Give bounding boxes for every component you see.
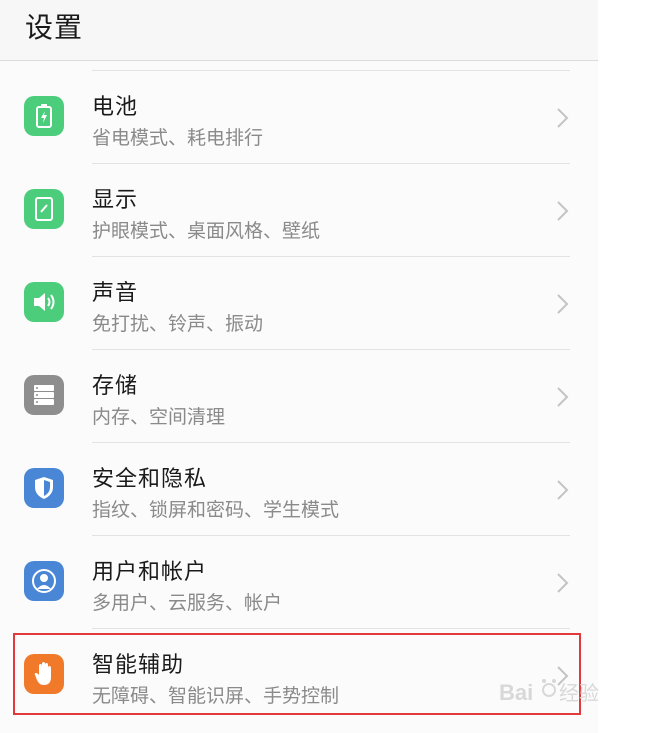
chevron-right-icon <box>557 387 569 407</box>
settings-item-storage[interactable]: 存储 内存、空间清理 <box>0 349 598 442</box>
storage-icon <box>24 375 64 415</box>
header-bar: 设置 <box>0 0 598 61</box>
sound-icon <box>24 282 64 322</box>
settings-item-label: 电池 <box>92 95 139 120</box>
settings-item-label: 用户和帐户 <box>92 560 208 585</box>
chevron-right-icon <box>557 480 569 500</box>
settings-item-label: 显示 <box>92 188 139 213</box>
settings-item-subtitle: 护眼模式、桌面风格、壁纸 <box>92 220 321 242</box>
chevron-right-icon <box>557 294 569 314</box>
shield-icon <box>24 468 64 508</box>
settings-item-display[interactable]: 显示 护眼模式、桌面风格、壁纸 <box>0 163 598 256</box>
divider <box>92 442 570 443</box>
chevron-right-icon <box>557 201 569 221</box>
svg-text:经验: 经验 <box>559 681 599 705</box>
settings-item-subtitle: 免打扰、铃声、振动 <box>92 313 264 335</box>
display-icon <box>24 189 64 229</box>
settings-item-battery[interactable]: 电池 省电模式、耗电排行 <box>0 70 598 163</box>
settings-item-users[interactable]: 用户和帐户 多用户、云服务、帐户 <box>0 535 598 628</box>
settings-item-label: 安全和隐私 <box>92 467 208 492</box>
battery-icon <box>24 96 64 136</box>
divider <box>92 628 570 629</box>
svg-text:Bai: Bai <box>499 680 533 705</box>
divider <box>92 535 570 536</box>
divider <box>92 349 570 350</box>
settings-item-label: 声音 <box>92 281 139 306</box>
settings-item-subtitle: 无障碍、智能识屏、手势控制 <box>92 685 340 707</box>
page-title: 设置 <box>25 11 84 44</box>
hand-icon <box>24 654 64 694</box>
user-icon <box>24 561 64 601</box>
settings-item-subtitle: 指纹、锁屏和密码、学生模式 <box>92 499 340 521</box>
settings-item-label: 存储 <box>92 374 139 399</box>
chevron-right-icon <box>557 573 569 593</box>
divider <box>92 256 570 257</box>
settings-item-subtitle: 省电模式、耗电排行 <box>92 127 264 149</box>
watermark-logo: Bai 经验 <box>499 679 599 705</box>
settings-item-sound[interactable]: 声音 免打扰、铃声、振动 <box>0 256 598 349</box>
settings-item-security[interactable]: 安全和隐私 指纹、锁屏和密码、学生模式 <box>0 442 598 535</box>
divider <box>92 70 570 71</box>
settings-item-subtitle: 多用户、云服务、帐户 <box>92 592 283 614</box>
settings-item-label: 智能辅助 <box>92 653 185 678</box>
divider <box>92 163 570 164</box>
settings-item-subtitle: 内存、空间清理 <box>92 406 226 428</box>
chevron-right-icon <box>557 108 569 128</box>
